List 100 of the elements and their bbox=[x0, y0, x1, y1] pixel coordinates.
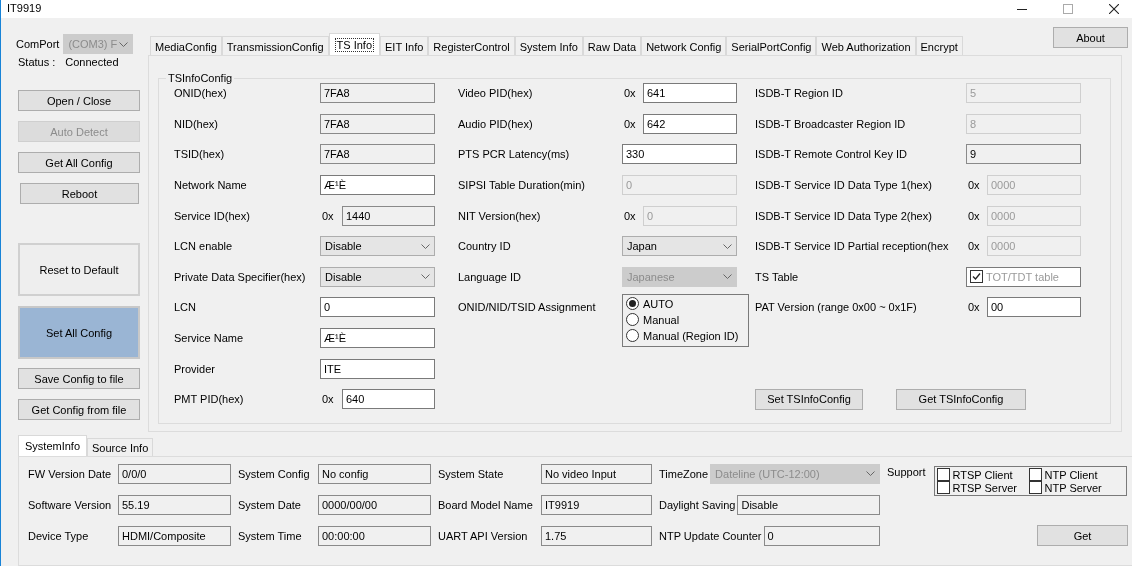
field-label: ISDB-T Remote Control Key ID bbox=[755, 148, 908, 161]
get-button[interactable]: Get bbox=[1037, 525, 1128, 546]
field-label: ComPort bbox=[16, 38, 60, 50]
close-icon[interactable] bbox=[1109, 4, 1119, 14]
text-field[interactable]: 1440 bbox=[342, 205, 435, 226]
text-field[interactable]: 00 bbox=[987, 297, 1081, 318]
hex-prefix: 0x bbox=[623, 117, 637, 130]
tab[interactable]: System Info bbox=[514, 36, 583, 56]
button[interactable]: Get All Config bbox=[18, 152, 140, 173]
text-field[interactable]: ITE bbox=[320, 358, 435, 379]
hex-prefix: 0x bbox=[321, 209, 335, 222]
window-title: IT9919 bbox=[7, 2, 43, 14]
button[interactable]: Reset to Default bbox=[18, 243, 140, 296]
hex-prefix: 0x bbox=[967, 209, 981, 222]
button[interactable]: Set All Config bbox=[18, 306, 140, 359]
text-field[interactable]: 1.75 bbox=[541, 525, 652, 546]
text-field[interactable]: 7FA8 bbox=[320, 144, 435, 165]
text-field[interactable]: HDMI/Composite bbox=[118, 525, 231, 546]
text-field[interactable]: 642 bbox=[643, 113, 737, 134]
text-field[interactable]: 641 bbox=[643, 83, 737, 104]
text-field[interactable]: 0 bbox=[763, 525, 880, 546]
caret-icon bbox=[421, 274, 430, 280]
field-label: SIPSI Table Duration(min) bbox=[458, 179, 586, 192]
field-label: Board Model Name bbox=[438, 498, 534, 511]
text-field[interactable]: IT9919 bbox=[541, 494, 652, 515]
field-label: ISDB-T Broadcaster Region ID bbox=[755, 117, 907, 130]
radio-option[interactable]: Manual (Region ID) bbox=[626, 329, 748, 343]
checkbox[interactable] bbox=[936, 468, 950, 481]
field-label: ISDB-T Service ID Partial reception(hex bbox=[755, 240, 950, 253]
caret-icon bbox=[723, 243, 732, 249]
field-label: System Time bbox=[238, 529, 303, 542]
tab[interactable]: Web Authorization bbox=[816, 36, 916, 56]
radio-button[interactable] bbox=[626, 329, 639, 343]
check-icon bbox=[971, 271, 982, 283]
field-label: LCN enable bbox=[174, 240, 234, 253]
checkbox-label: RTSP Server bbox=[952, 481, 1017, 494]
tab[interactable]: Source Info bbox=[87, 438, 154, 456]
field-label: Video PID(hex) bbox=[458, 87, 534, 100]
text-field[interactable]: Æ¹È bbox=[320, 175, 435, 196]
tab[interactable]: Encrypt bbox=[915, 36, 963, 56]
field-label: Network Name bbox=[174, 179, 248, 192]
checkbox-label: NTP Client bbox=[1044, 468, 1098, 481]
tab[interactable]: EIT Info bbox=[380, 36, 429, 56]
hex-prefix: 0x bbox=[623, 209, 637, 222]
tab[interactable]: MediaConfig bbox=[150, 36, 222, 56]
text-field[interactable]: 00:00:00 bbox=[318, 525, 431, 546]
field-label: ISDB-T Region ID bbox=[755, 87, 844, 100]
text-field[interactable]: 0 bbox=[320, 297, 435, 318]
field-label: NID(hex) bbox=[174, 117, 219, 130]
checkbox[interactable] bbox=[1028, 481, 1042, 494]
tab[interactable]: SerialPortConfig bbox=[726, 36, 817, 56]
checkbox-label: RTSP Client bbox=[952, 468, 1013, 481]
tab[interactable]: TS Info bbox=[328, 33, 381, 55]
hex-prefix: 0x bbox=[623, 87, 637, 100]
status-label: Status : bbox=[18, 56, 56, 68]
dropdown[interactable]: Disable bbox=[320, 236, 435, 257]
text-field[interactable]: 9 bbox=[966, 144, 1081, 165]
field-label: NIT Version(hex) bbox=[458, 209, 542, 222]
button[interactable]: Get Config from file bbox=[18, 399, 140, 420]
caret-icon bbox=[723, 274, 732, 280]
dropdown[interactable]: Disable bbox=[320, 266, 435, 287]
radio-option[interactable]: Manual bbox=[626, 313, 748, 327]
text-field[interactable]: 0000/00/00 bbox=[318, 494, 431, 515]
text-field[interactable]: 7FA8 bbox=[320, 83, 435, 104]
checkbox-label: TOT/TDT table bbox=[986, 270, 1059, 283]
field-label: UART API Version bbox=[438, 529, 529, 542]
text-field[interactable]: No config bbox=[318, 463, 431, 484]
tab[interactable]: SystemInfo bbox=[18, 435, 88, 456]
button[interactable]: Set TSInfoConfig bbox=[755, 388, 863, 410]
text-field[interactable]: Æ¹È bbox=[320, 328, 435, 349]
about-button[interactable]: About bbox=[1053, 27, 1128, 48]
hex-prefix: 0x bbox=[967, 301, 981, 314]
tab[interactable]: RegisterControl bbox=[428, 36, 515, 56]
radio-option[interactable]: AUTO bbox=[626, 297, 748, 311]
text-field[interactable]: 7FA8 bbox=[320, 113, 435, 134]
text-field[interactable]: Disable bbox=[737, 494, 880, 515]
text-field[interactable]: 0/0/0 bbox=[118, 463, 231, 484]
checkbox[interactable] bbox=[936, 481, 950, 494]
field-label: PTS PCR Latency(ms) bbox=[458, 148, 571, 161]
field-label: System State bbox=[438, 467, 505, 480]
text-field[interactable]: 640 bbox=[342, 389, 435, 410]
checkbox[interactable] bbox=[1028, 468, 1042, 481]
tab[interactable]: TransmissionConfig bbox=[221, 36, 329, 56]
field-label: Provider bbox=[174, 362, 216, 375]
tab[interactable]: Network Config bbox=[641, 36, 727, 56]
button[interactable]: Open / Close bbox=[18, 90, 140, 111]
field-label: ONID(hex) bbox=[174, 87, 228, 100]
tab[interactable]: Raw Data bbox=[582, 36, 642, 56]
caret-icon bbox=[421, 243, 430, 249]
radio-button[interactable] bbox=[626, 313, 639, 327]
text-field[interactable]: No video Input bbox=[541, 463, 652, 484]
text-field[interactable]: 55.19 bbox=[118, 494, 231, 515]
button[interactable]: Get TSInfoConfig bbox=[896, 388, 1026, 410]
radio-button[interactable] bbox=[626, 297, 639, 311]
text-field[interactable]: 330 bbox=[622, 144, 737, 165]
dropdown[interactable]: Japan bbox=[622, 236, 737, 257]
button[interactable]: Save Config to file bbox=[18, 368, 140, 389]
field-label: ISDB-T Service ID Data Type 2(hex) bbox=[755, 209, 933, 222]
field-label: LCN bbox=[174, 301, 197, 314]
button[interactable]: Reboot bbox=[20, 183, 139, 204]
